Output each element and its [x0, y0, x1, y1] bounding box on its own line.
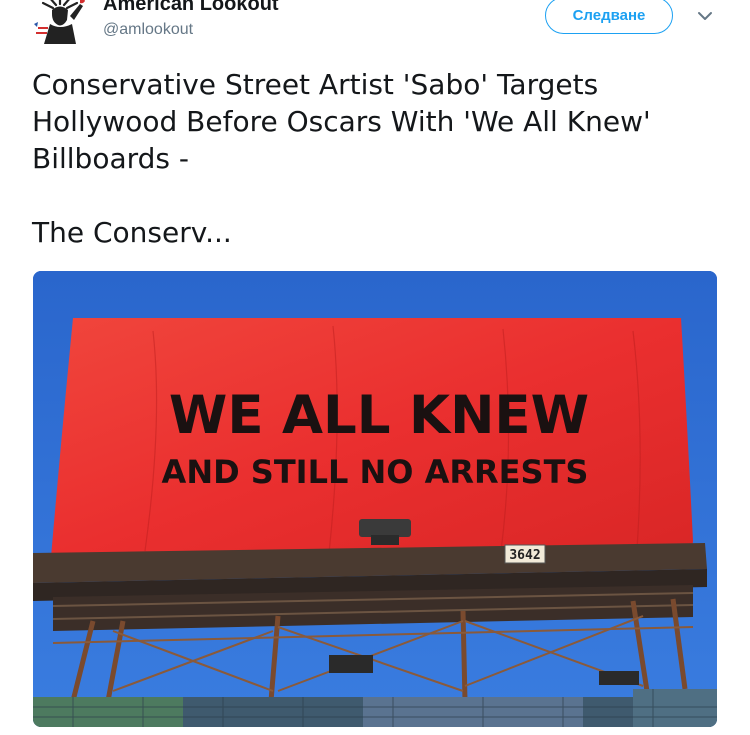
follow-button[interactable]: Следване [545, 0, 673, 34]
account-handle[interactable]: @amlookout [103, 21, 193, 39]
chevron-down-icon [698, 12, 712, 20]
billboard-subline: AND STILL NO ARRESTS [162, 453, 589, 491]
display-name[interactable]: American Lookout [103, 0, 279, 16]
tweet-text-line: Conservative Street Artist 'Sabo' Target… [32, 68, 599, 101]
tweet-text: Conservative Street Artist 'Sabo' Target… [32, 66, 722, 251]
statue-of-liberty-icon [34, 0, 85, 44]
tweet-text-line[interactable]: The Conserv... [32, 214, 722, 251]
tweet-text-line: Hollywood Before Oscars With 'We All Kne… [32, 105, 651, 138]
tweet-menu-button[interactable] [695, 8, 715, 24]
billboard-number: 3642 [509, 548, 540, 563]
tweet-media-photo[interactable]: WE ALL KNEW AND STILL NO ARRESTS 3642 [33, 271, 717, 727]
tweet-text-line: Billboards - [32, 142, 189, 175]
billboard-headline: WE ALL KNEW [169, 385, 589, 446]
avatar[interactable] [30, 0, 92, 46]
